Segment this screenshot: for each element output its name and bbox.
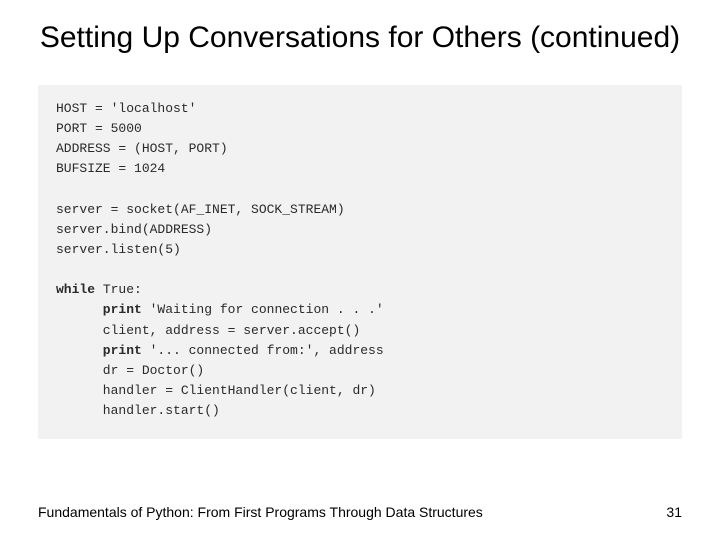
code-string: '... connected from:' xyxy=(150,343,314,358)
code-line: server.bind(ADDRESS) xyxy=(56,220,664,240)
code-text: , address xyxy=(313,343,383,358)
code-blank xyxy=(56,180,664,200)
code-line: print 'Waiting for connection . . .' xyxy=(56,300,664,320)
code-keyword: print xyxy=(56,302,150,317)
code-keyword: while xyxy=(56,282,95,297)
code-line: HOST = 'localhost' xyxy=(56,99,664,119)
code-line: ADDRESS = (HOST, PORT) xyxy=(56,139,664,159)
code-line: client, address = server.accept() xyxy=(56,321,664,341)
code-text: HOST = xyxy=(56,101,111,116)
code-text: True: xyxy=(95,282,142,297)
slide-title: Setting Up Conversations for Others (con… xyxy=(0,0,720,57)
code-line: handler.start() xyxy=(56,401,664,421)
footer-text: Fundamentals of Python: From First Progr… xyxy=(38,504,483,520)
code-string: 'Waiting for connection . . .' xyxy=(150,302,384,317)
code-line: PORT = 5000 xyxy=(56,119,664,139)
code-line: print '... connected from:', address xyxy=(56,341,664,361)
code-block: HOST = 'localhost' PORT = 5000 ADDRESS =… xyxy=(38,85,682,439)
slide-footer: Fundamentals of Python: From First Progr… xyxy=(38,504,682,520)
code-line: server = socket(AF_INET, SOCK_STREAM) xyxy=(56,200,664,220)
code-line: server.listen(5) xyxy=(56,240,664,260)
code-line: dr = Doctor() xyxy=(56,361,664,381)
code-line: while True: xyxy=(56,280,664,300)
page-number: 31 xyxy=(666,504,682,520)
code-line: handler = ClientHandler(client, dr) xyxy=(56,381,664,401)
code-keyword: print xyxy=(56,343,150,358)
code-line: BUFSIZE = 1024 xyxy=(56,159,664,179)
code-string: 'localhost' xyxy=(111,101,197,116)
code-blank xyxy=(56,260,664,280)
